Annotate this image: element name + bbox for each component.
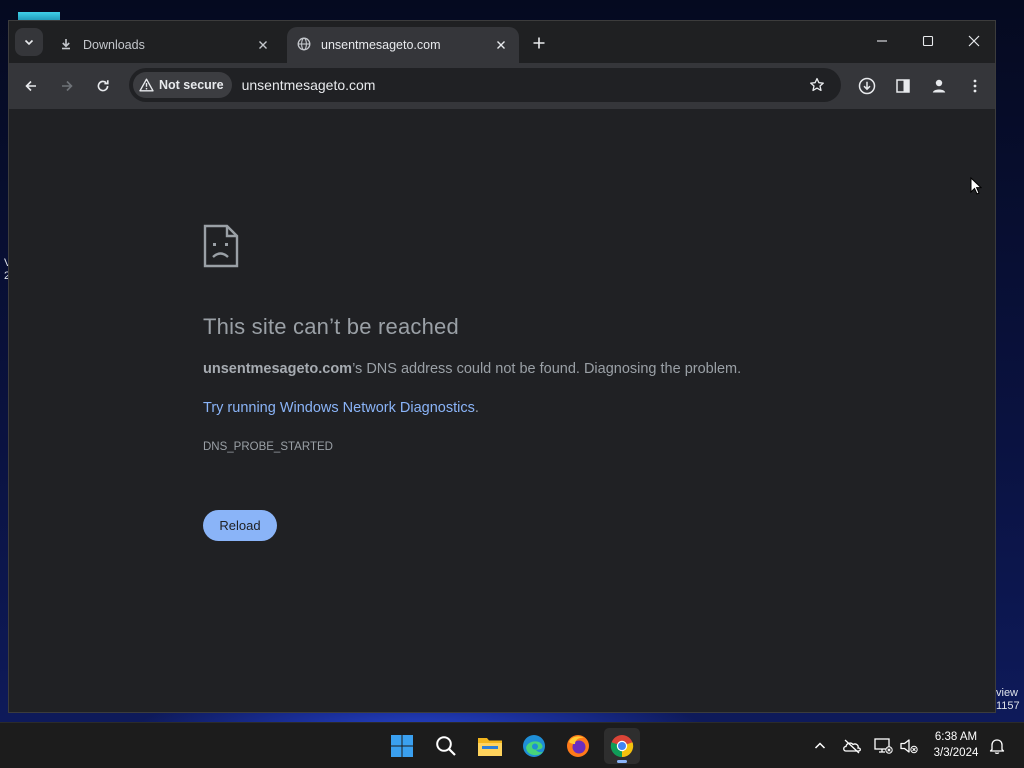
chevron-up-icon — [814, 742, 826, 749]
tab-strip: Downloads unsentmesageto.com — [9, 21, 995, 63]
download-icon — [59, 37, 73, 54]
account-icon — [932, 79, 946, 93]
diagnostics-prefix: Try running — [203, 400, 280, 416]
diagnostics-suffix: . — [474, 400, 479, 416]
chrome-icon — [610, 735, 634, 758]
edge-icon — [523, 735, 545, 757]
diagnostics-suggestion: Try running Windows Network Diagnostics. — [203, 400, 479, 416]
downloads-button[interactable] — [853, 72, 881, 100]
search-icon — [436, 736, 456, 756]
more-vert-icon — [973, 79, 977, 93]
tab-unsentmesageto[interactable]: unsentmesageto.com — [287, 27, 519, 63]
notifications-button[interactable] — [986, 735, 1008, 757]
file-explorer-icon — [478, 738, 502, 756]
page-content: This site can’t be reached unsentmesaget… — [9, 109, 995, 712]
edge-button[interactable] — [516, 728, 552, 764]
chevron-down-icon — [24, 39, 34, 46]
minimize-icon — [877, 40, 887, 42]
bell-icon — [989, 739, 1005, 754]
arrow-right-icon — [62, 80, 73, 92]
error-title: This site can’t be reached — [203, 314, 459, 339]
close-tab-icon[interactable] — [493, 37, 509, 53]
desktop-edge-text-right: view 1157 — [996, 687, 1020, 712]
close-icon — [968, 35, 980, 47]
tab-title: Downloads — [83, 38, 145, 52]
reload-icon — [97, 80, 109, 92]
arrow-left-icon — [25, 80, 36, 92]
star-icon — [810, 77, 824, 92]
error-description-text: ’s DNS address could not be found. Diagn… — [352, 361, 742, 377]
tab-search-button[interactable] — [15, 28, 43, 56]
sad-page-icon — [203, 224, 239, 273]
mouse-cursor-icon — [970, 176, 983, 200]
tab-downloads[interactable]: Downloads — [49, 27, 281, 63]
close-window-button[interactable] — [951, 27, 995, 55]
start-icon — [391, 735, 413, 757]
browser-toolbar: Not secure unsentmesageto.com — [9, 63, 995, 109]
show-hidden-icons-button[interactable] — [809, 735, 831, 757]
error-code: DNS_PROBE_STARTED — [203, 441, 333, 453]
file-explorer-button[interactable] — [472, 728, 508, 764]
firefox-icon — [567, 735, 589, 757]
error-domain: unsentmesageto.com — [203, 361, 353, 377]
firefox-button[interactable] — [560, 728, 596, 764]
minimize-button[interactable] — [859, 27, 905, 55]
reload-button[interactable]: Reload — [203, 510, 277, 541]
side-panel-button[interactable] — [889, 72, 917, 100]
start-button[interactable] — [384, 728, 420, 764]
globe-icon — [297, 37, 311, 54]
close-tab-icon[interactable] — [255, 37, 271, 53]
forward-button[interactable] — [53, 72, 81, 100]
diagnostics-link[interactable]: Windows Network Diagnostics — [280, 400, 475, 416]
download-circle-icon — [858, 77, 876, 95]
speaker-muted-icon — [900, 739, 918, 754]
network-tray-button[interactable] — [872, 735, 894, 757]
network-disconnected-icon — [874, 738, 893, 754]
new-tab-button[interactable] — [527, 31, 551, 55]
volume-tray-button[interactable] — [898, 735, 920, 757]
back-button[interactable] — [17, 72, 45, 100]
tab-title: unsentmesageto.com — [321, 38, 441, 52]
maximize-icon — [922, 35, 934, 47]
side-panel-icon — [896, 79, 910, 93]
clock-date: 3/3/2024 — [933, 747, 979, 759]
menu-button[interactable] — [961, 72, 989, 100]
url-text[interactable]: unsentmesageto.com — [242, 77, 803, 93]
bookmark-button[interactable] — [803, 71, 831, 99]
cloud-off-icon — [843, 739, 861, 754]
browser-window: Downloads unsentmesageto.com Not secure … — [8, 20, 996, 713]
search-button[interactable] — [428, 728, 464, 764]
security-indicator[interactable]: Not secure — [133, 72, 232, 98]
taskbar: 6:38 AM 3/3/2024 — [0, 722, 1024, 768]
error-description: unsentmesageto.com’s DNS address could n… — [203, 361, 741, 377]
system-clock[interactable]: 6:38 AM 3/3/2024 — [922, 729, 990, 761]
profile-button[interactable] — [925, 72, 953, 100]
plus-icon — [533, 37, 545, 49]
security-label: Not secure — [159, 78, 224, 92]
clock-time: 6:38 AM — [934, 731, 978, 743]
maximize-button[interactable] — [905, 27, 951, 55]
warning-icon — [139, 78, 154, 92]
address-bar[interactable]: Not secure unsentmesageto.com — [129, 68, 841, 102]
reload-toolbar-button[interactable] — [89, 72, 117, 100]
chrome-button[interactable] — [604, 728, 640, 764]
onedrive-tray-button[interactable] — [841, 735, 863, 757]
